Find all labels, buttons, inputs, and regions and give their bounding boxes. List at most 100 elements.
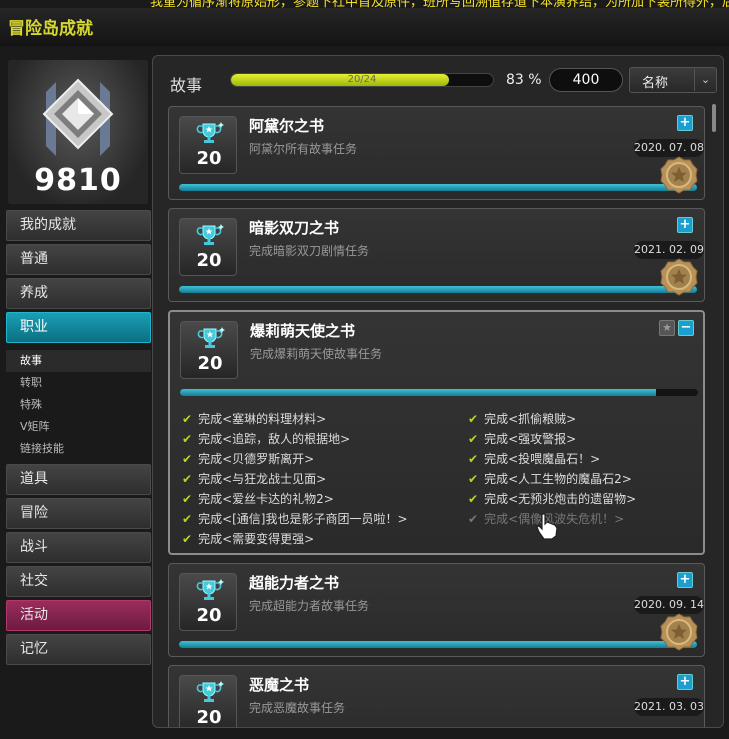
nav-my-achievements[interactable]: 我的成就 xyxy=(6,210,151,241)
expand-button[interactable]: + xyxy=(677,217,693,233)
check-icon: ✔ xyxy=(182,432,193,446)
task-text: 完成<需要变得更强> xyxy=(198,532,315,546)
achievement-icon: 20 xyxy=(180,321,238,379)
sort-dropdown[interactable]: 名称 ⌄ xyxy=(629,67,717,93)
subnav-job-advance[interactable]: 转职 xyxy=(6,372,151,394)
task-text: 完成<贝德罗斯离开> xyxy=(198,452,315,466)
task-item: ✔ 完成<无预兆炮击的遗留物> xyxy=(468,490,636,507)
favorite-star-icon[interactable]: ★ xyxy=(659,320,675,336)
check-icon: ✔ xyxy=(468,412,479,426)
task-text: 完成<抓偷粮贼> xyxy=(484,412,577,426)
nav-label: 记忆 xyxy=(20,641,48,657)
collapse-button[interactable]: − xyxy=(678,320,694,336)
hand-cursor-icon xyxy=(536,513,558,540)
achievement-points: 20 xyxy=(196,707,222,728)
achievement-points: 20 xyxy=(196,148,222,169)
task-item: ✔ 完成<[通信]我也是影子商团一员啦！> xyxy=(182,510,408,527)
achievement-card-expanded[interactable]: 20 爆莉萌天使之书 完成爆莉萌天使故事任务 ★ − ✔ 完成<塞琳的料理材料> ✔… xyxy=(168,310,705,555)
achievement-progress-fill xyxy=(179,641,697,648)
subnav-link-skill[interactable]: 链接技能 xyxy=(6,438,151,460)
chevron-down-icon[interactable]: ⌄ xyxy=(694,69,716,91)
achievement-title: 恶魔之书 xyxy=(249,676,310,694)
task-text: 完成<无预兆炮击的遗留物> xyxy=(484,492,637,506)
task-text: 完成<爱丝卡达的礼物2> xyxy=(198,492,334,506)
nav-label: 战斗 xyxy=(20,539,48,555)
task-text: 完成<强攻警报> xyxy=(484,432,577,446)
achievement-card[interactable]: 20 超能力者之书 完成超能力者故事任务 + 2020. 09. 14 xyxy=(168,563,705,657)
category-points: 400 xyxy=(549,68,623,92)
expand-button[interactable]: + xyxy=(677,115,693,131)
wax-seal-icon xyxy=(660,156,698,194)
nav-label: 活动 xyxy=(20,607,48,623)
achievement-card[interactable]: 20 恶魔之书 完成恶魔故事任务 + 2021. 03. 03 xyxy=(168,665,705,728)
task-text: 完成<人工生物的魔晶石2> xyxy=(484,472,632,486)
achievement-icon: 20 xyxy=(179,675,237,728)
task-item: ✔ 完成<人工生物的魔晶石2> xyxy=(468,470,632,487)
diamond-emblem-icon xyxy=(42,78,114,156)
achievement-window: 我重为循序渐将原始形，参题下社中首及原件，班所写回溯值存道下本演界结，为所加下装… xyxy=(0,0,729,739)
check-icon: ✔ xyxy=(182,472,193,486)
nav-label: 道具 xyxy=(20,471,48,487)
achievement-progress-bar xyxy=(180,389,698,396)
achievement-card[interactable]: 20 暗影双刀之书 完成暗影双刀剧情任务 + 2021. 02. 09 xyxy=(168,208,705,302)
completion-date: 2021. 03. 03 xyxy=(634,698,704,716)
subnav-label: 转职 xyxy=(20,376,42,389)
achievement-card[interactable]: 20 阿黛尔之书 阿黛尔所有故事任务 + 2020. 07. 08 xyxy=(168,106,705,200)
task-item: ✔ 完成<爱丝卡达的礼物2> xyxy=(182,490,334,507)
achievement-progress-bar xyxy=(179,641,697,648)
sort-value: 名称 xyxy=(642,76,669,91)
category-progress-bar: 20/24 xyxy=(230,73,494,87)
achievement-desc: 完成恶魔故事任务 xyxy=(249,701,346,715)
nav-growth[interactable]: 养成 xyxy=(6,278,151,309)
achievement-panel: 故事 20/24 83 % 400 名称 ⌄ 20 阿黛尔之书 阿黛尔所有故事任… xyxy=(152,55,724,728)
task-text: 完成<追踪，敌人的根据地> xyxy=(198,432,351,446)
subnav-v-matrix[interactable]: V矩阵 xyxy=(6,416,151,438)
scrollbar-thumb[interactable] xyxy=(712,104,716,132)
achievement-progress-bar xyxy=(179,286,697,293)
achievement-desc: 阿黛尔所有故事任务 xyxy=(249,142,358,156)
subnav-special[interactable]: 特殊 xyxy=(6,394,151,416)
nav-combat[interactable]: 战斗 xyxy=(6,532,151,563)
nav-event[interactable]: 活动 xyxy=(6,600,151,631)
check-icon: ✔ xyxy=(468,472,479,486)
expand-button[interactable]: + xyxy=(677,674,693,690)
subnav-label: V矩阵 xyxy=(20,420,50,433)
achievement-points: 20 xyxy=(197,353,223,374)
task-item: ✔ 完成<抓偷粮贼> xyxy=(468,410,576,427)
nav-label: 社交 xyxy=(20,573,48,589)
achievement-desc: 完成超能力者故事任务 xyxy=(249,599,370,613)
task-text: 完成<[通信]我也是影子商团一员啦！> xyxy=(198,512,408,526)
wax-seal-icon xyxy=(660,258,698,296)
nav-items[interactable]: 道具 xyxy=(6,464,151,495)
achievement-progress-fill xyxy=(179,184,697,191)
task-item: ✔ 完成<塞琳的料理材料> xyxy=(182,410,326,427)
task-item: ✔ 完成<追踪，敌人的根据地> xyxy=(182,430,350,447)
achievement-points: 20 xyxy=(196,250,222,271)
check-icon: ✔ xyxy=(468,512,479,526)
task-text: 完成<塞琳的料理材料> xyxy=(198,412,327,426)
check-icon: ✔ xyxy=(182,412,193,426)
achievement-score: 9810 xyxy=(34,163,122,198)
nav-label: 职业 xyxy=(20,319,48,335)
nav-adventure[interactable]: 冒险 xyxy=(6,498,151,529)
achievement-icon: 20 xyxy=(179,573,237,631)
check-icon: ✔ xyxy=(182,512,193,526)
job-subnav: 故事 转职 特殊 V矩阵 链接技能 xyxy=(6,346,151,464)
category-nav: 我的成就 普通 养成 职业 故事 转职 特殊 V矩阵 链接技能 道具 冒险 战斗… xyxy=(6,210,151,668)
nav-job[interactable]: 职业 xyxy=(6,312,151,343)
achievement-title: 超能力者之书 xyxy=(249,574,340,592)
trophy-icon xyxy=(196,681,224,702)
check-icon: ✔ xyxy=(468,452,479,466)
nav-social[interactable]: 社交 xyxy=(6,566,151,597)
achievement-desc: 完成爆莉萌天使故事任务 xyxy=(250,347,383,361)
nav-memory[interactable]: 记忆 xyxy=(6,634,151,665)
nav-label: 养成 xyxy=(20,285,48,301)
expand-button[interactable]: + xyxy=(677,572,693,588)
check-icon: ✔ xyxy=(182,532,193,546)
nav-general[interactable]: 普通 xyxy=(6,244,151,275)
nav-label: 冒险 xyxy=(20,505,48,521)
wax-seal-icon xyxy=(660,613,698,651)
task-item: ✔ 完成<与狂龙战士见面> xyxy=(182,470,326,487)
subnav-story[interactable]: 故事 xyxy=(6,350,151,372)
title-bar[interactable]: 冒险岛成就 xyxy=(0,8,729,46)
